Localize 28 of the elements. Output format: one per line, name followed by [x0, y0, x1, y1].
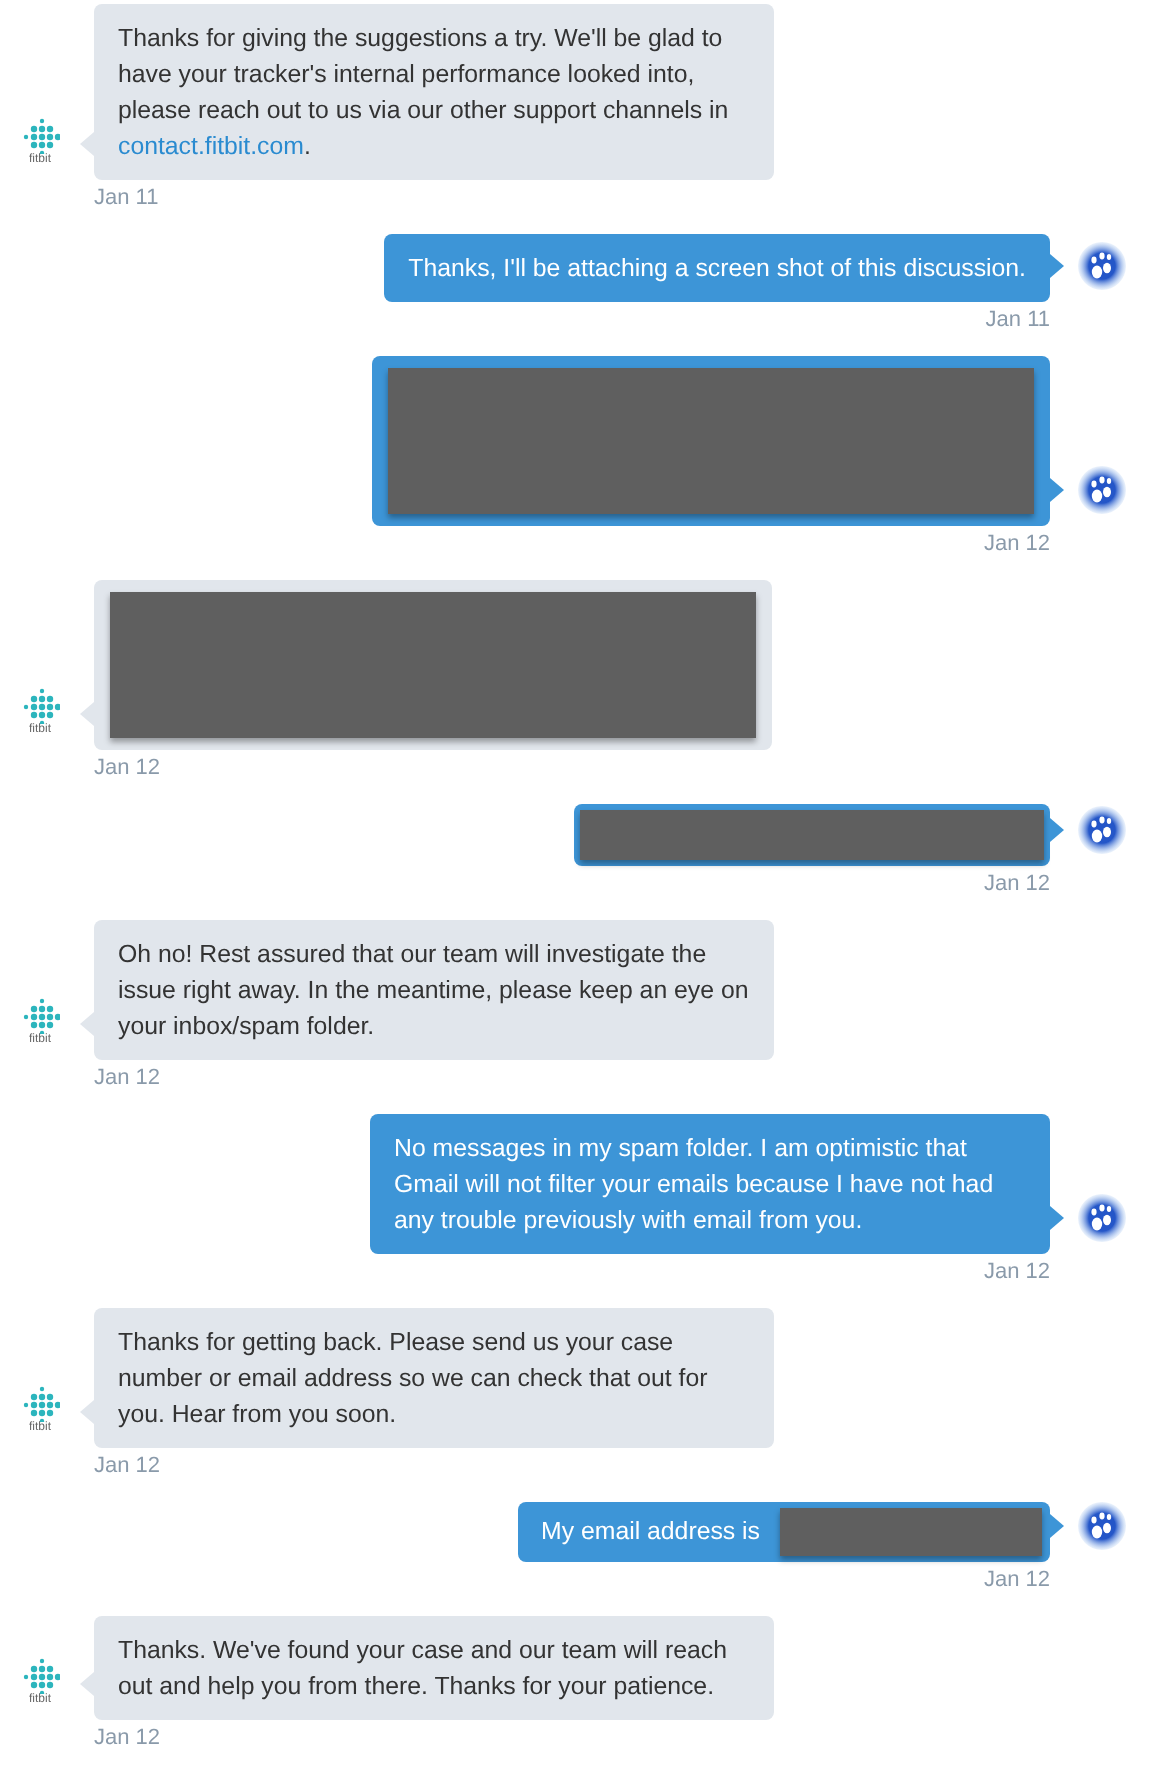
message-text: My email address is: [541, 1508, 1042, 1556]
dots-logo-icon: [20, 1656, 60, 1694]
message-text: Oh no! Rest assured that our team will investigate the issue right away. In the meantime, please keep an eye on your inbox/spam folder.: [118, 938, 750, 1044]
message-text: No messages in my spam folder. I am optimistic that Gmail will not filter your emails because I have not had any trouble previously with email from you.: [394, 1132, 996, 1238]
message-date: Jan 12: [983, 1566, 1050, 1596]
message-date: Jan 12: [94, 1452, 161, 1482]
paw-avatar-icon: [1078, 466, 1126, 514]
message-date: Jan 12: [983, 530, 1050, 560]
message-date: Jan 11: [985, 306, 1050, 336]
paw-avatar-icon: [1078, 1194, 1126, 1242]
message-text: Thanks. We've found your case and our team will reach out and help you from there. Thanks for your patience.: [118, 1634, 729, 1704]
dots-logo-icon: [20, 996, 60, 1034]
support-link[interactable]: contact.fitbit.com: [118, 132, 304, 160]
message-date: Jan 12: [94, 1064, 161, 1094]
paw-avatar-icon: [1078, 806, 1126, 854]
message-date: Jan 12: [983, 1258, 1050, 1288]
message-date: Jan 11: [94, 184, 159, 214]
message-text: Thanks for getting back. Please send us your case number or email address so we can check that out for you. Hear from you soon.: [118, 1326, 710, 1432]
message-date: Jan 12: [94, 754, 161, 784]
paw-avatar-icon: [1078, 1502, 1126, 1550]
dots-logo-icon: [20, 1384, 60, 1422]
dots-logo-icon: [20, 686, 60, 724]
paw-avatar-icon: [1078, 242, 1126, 290]
message-date: Jan 12: [94, 1724, 161, 1754]
message-date: Jan 12: [983, 870, 1050, 900]
message-text: Thanks for giving the suggestions a try. We'll be glad to have your tracker's internal performance looked into, please reach out to us via our other support channels in contact.fitbit.com.: [118, 22, 731, 164]
dots-logo-icon: [20, 116, 60, 154]
message-text: Thanks, I'll be attaching a screen shot of this discussion.: [408, 252, 1026, 286]
